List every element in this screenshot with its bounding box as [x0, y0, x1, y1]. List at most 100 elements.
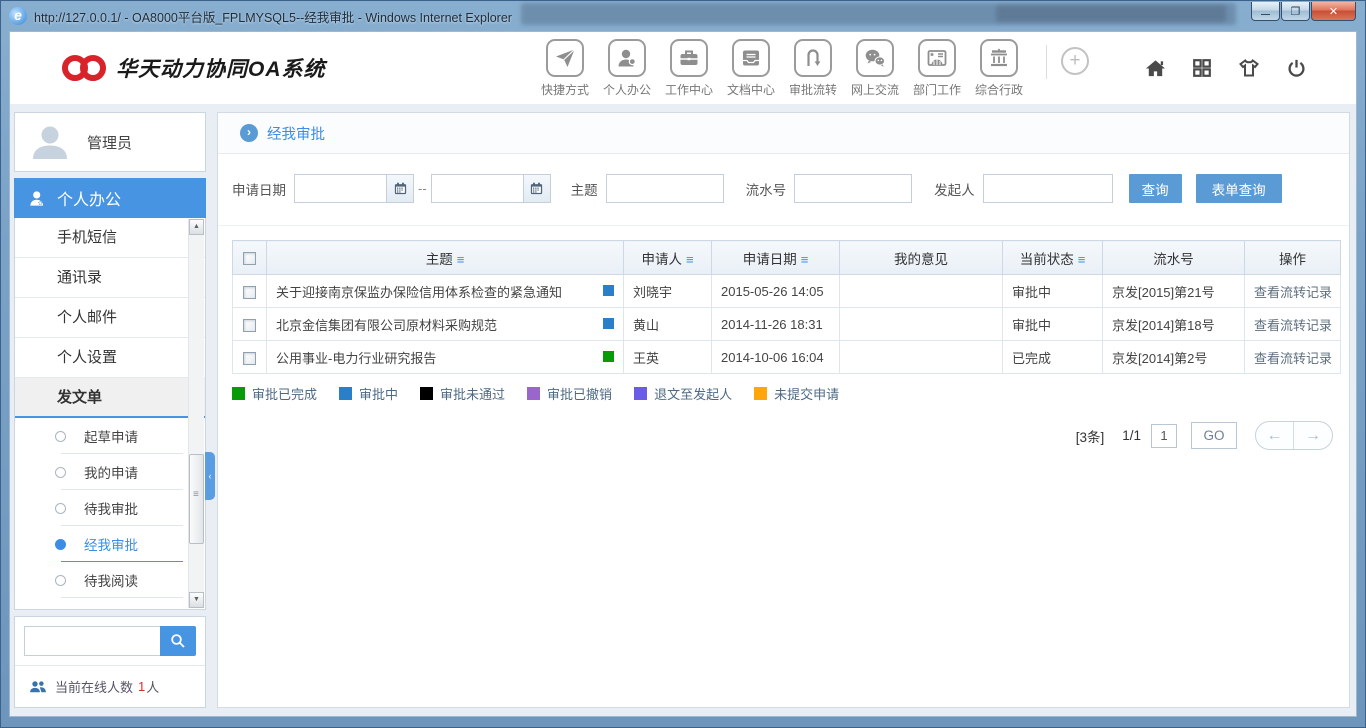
table-header-row: 主题≡ 申请人≡ 申请日期≡ 我的意见 当前状态≡ 流水号 操作 [233, 241, 1341, 275]
sidebar-item-settings[interactable]: 个人设置 [15, 338, 205, 378]
main-nav: 快捷方式 个人办公 工作中心 [536, 39, 1089, 98]
sidebar-item-contacts[interactable]: 通讯录 [15, 258, 205, 298]
col-subject[interactable]: 主题≡ [267, 241, 624, 275]
briefcase-icon [670, 39, 708, 77]
subject-input[interactable] [606, 174, 724, 203]
sort-icon[interactable]: ≡ [801, 252, 809, 267]
title-bar: e http://127.0.0.1/ - OA8000平台版_FPLMYSQL… [1, 1, 1365, 31]
power-icon[interactable] [1285, 57, 1308, 80]
sidebar-scrollbar[interactable]: ▲ ▼ [188, 219, 204, 608]
calendar-icon[interactable] [523, 174, 551, 203]
radio-icon [55, 503, 66, 514]
online-status: 当前在线人数 1 人 [15, 665, 205, 707]
serial-input[interactable] [794, 174, 912, 203]
next-page-icon[interactable]: → [1294, 422, 1332, 449]
search-button[interactable] [160, 626, 196, 656]
home-icon[interactable] [1144, 57, 1167, 80]
sort-icon[interactable]: ≡ [1078, 252, 1086, 267]
sidebar-subitem-to-read[interactable]: 待我阅读 [15, 562, 205, 598]
document-tray-icon [732, 39, 770, 77]
row-subject-link[interactable]: 关于迎接南京保监办保险信用体系检查的紧急通知 [276, 285, 562, 300]
person-icon [28, 189, 47, 208]
row-checkbox[interactable] [243, 319, 256, 332]
sidebar-item-mail[interactable]: 个人邮件 [15, 298, 205, 338]
row-subject-link[interactable]: 公用事业-电力行业研究报告 [276, 351, 436, 366]
view-flow-record-link[interactable]: 查看流转记录 [1254, 285, 1332, 300]
scroll-up-icon[interactable]: ▲ [189, 219, 204, 235]
total-count: [3条] [1076, 426, 1105, 446]
nav-label: 个人办公 [603, 81, 651, 98]
sidebar-item-dispatch[interactable]: 发文单 [15, 378, 205, 418]
nav-item-department-work[interactable]: 部门工作 [908, 39, 966, 98]
theme-shirt-icon[interactable] [1237, 56, 1261, 80]
row-subject-link[interactable]: 北京金信集团有限公司原材料采购规范 [276, 318, 497, 333]
initiator-filter-label: 发起人 [934, 179, 975, 199]
date-to-input[interactable] [431, 174, 523, 203]
chat-bubbles-icon [856, 39, 894, 77]
initiator-input[interactable] [983, 174, 1113, 203]
nav-item-document-center[interactable]: 文档中心 [722, 39, 780, 98]
sidebar-subitem-approved-by-me[interactable]: 经我审批 [15, 526, 205, 562]
close-button[interactable]: ✕ [1311, 2, 1356, 21]
col-action: 操作 [1245, 241, 1341, 275]
sort-icon[interactable]: ≡ [457, 252, 465, 267]
date-from-input[interactable] [294, 174, 386, 203]
sidebar-collapse-handle[interactable]: ‹ [205, 452, 215, 500]
breadcrumb: › 经我审批 [218, 113, 1349, 154]
scroll-down-icon[interactable]: ▼ [189, 592, 204, 608]
u-turn-arrows-icon [794, 39, 832, 77]
col-status[interactable]: 当前状态≡ [1003, 241, 1103, 275]
search-button[interactable]: 查询 [1129, 174, 1182, 203]
row-date: 2014-10-06 16:04 [712, 341, 840, 374]
sidebar-section-personal-office[interactable]: 个人办公 [14, 178, 206, 218]
col-applicant[interactable]: 申请人≡ [624, 241, 712, 275]
nav-item-work-center[interactable]: 工作中心 [660, 39, 718, 98]
restore-button[interactable]: ❐ [1281, 2, 1310, 21]
logo-text: 华天动力协同OA系统 [116, 53, 326, 83]
scrollbar-thumb[interactable] [189, 454, 204, 544]
sort-icon[interactable]: ≡ [686, 252, 694, 267]
view-flow-record-link[interactable]: 查看流转记录 [1254, 351, 1332, 366]
nav-item-online-communication[interactable]: 网上交流 [846, 39, 904, 98]
calendar-icon[interactable] [386, 174, 414, 203]
sidebar-search-input[interactable] [24, 626, 160, 656]
nav-label: 网上交流 [851, 81, 899, 98]
app-body: 管理员 个人办公 手机短信 通讯录 个人邮件 个人设置 发文单 [10, 104, 1356, 716]
row-applicant: 黄山 [624, 308, 712, 341]
nav-label: 工作中心 [665, 81, 713, 98]
bank-building-icon [980, 39, 1018, 77]
col-date[interactable]: 申请日期≡ [712, 241, 840, 275]
prev-page-icon[interactable]: ← [1256, 422, 1294, 449]
sidebar-subitem-pending-approval[interactable]: 待我审批 [15, 490, 205, 526]
minimize-button[interactable]: — [1251, 2, 1280, 21]
main-panel: › 经我审批 申请日期 -- [217, 112, 1350, 708]
nav-item-administration[interactable]: 综合行政 [970, 39, 1028, 98]
user-name: 管理员 [87, 132, 132, 153]
nav-item-shortcuts[interactable]: 快捷方式 [536, 39, 594, 98]
select-all-checkbox[interactable] [243, 252, 256, 265]
table-row: 关于迎接南京保监办保险信用体系检查的紧急通知 刘晓宇 2015-05-26 14… [233, 275, 1341, 308]
sidebar-menu: 手机短信 通讯录 个人邮件 个人设置 发文单 起草申请 我的申请 [14, 218, 206, 610]
add-module-icon[interactable]: + [1061, 47, 1089, 75]
sidebar-subitem-draft[interactable]: 起草申请 [15, 418, 205, 454]
page-number-input[interactable] [1151, 424, 1177, 448]
nav-item-personal-office[interactable]: 个人办公 [598, 39, 656, 98]
status-flag-icon [603, 318, 614, 329]
radio-icon [55, 431, 66, 442]
online-label: 当前在线人数 [55, 677, 133, 696]
serial-filter-label: 流水号 [746, 179, 787, 199]
legend-color-icon [754, 387, 767, 400]
row-checkbox[interactable] [243, 352, 256, 365]
search-icon [169, 632, 187, 650]
nav-item-approval-flow[interactable]: 审批流转 [784, 39, 842, 98]
row-checkbox[interactable] [243, 286, 256, 299]
sidebar-item-sms[interactable]: 手机短信 [15, 218, 205, 258]
go-button[interactable]: GO [1191, 422, 1237, 449]
nav-label: 部门工作 [913, 81, 961, 98]
sidebar-subitem-my-applications[interactable]: 我的申请 [15, 454, 205, 490]
form-search-button[interactable]: 表单查询 [1196, 174, 1282, 203]
status-flag-icon [603, 285, 614, 296]
app-frame: 华天动力协同OA系统 快捷方式 个人办公 [9, 31, 1357, 717]
view-flow-record-link[interactable]: 查看流转记录 [1254, 318, 1332, 333]
apps-grid-icon[interactable] [1191, 57, 1213, 79]
